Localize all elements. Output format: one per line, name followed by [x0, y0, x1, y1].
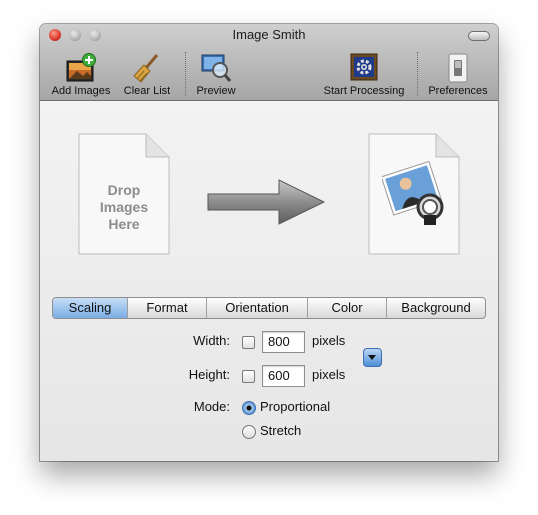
- start-processing-button[interactable]: Start Processing: [314, 52, 414, 97]
- clear-list-button[interactable]: Clear List: [120, 52, 174, 97]
- preview-magnifier-icon: [200, 52, 232, 84]
- scaling-pane: Width: 800 pixels Height: 600 pixels Mod…: [52, 317, 484, 459]
- preview-button[interactable]: Preview: [190, 52, 242, 97]
- broom-icon: [131, 52, 163, 84]
- units-popup-button[interactable]: [363, 348, 382, 367]
- toolbar-separator: [417, 52, 419, 96]
- main-content: Drop Images Here Scaling Format Orientat…: [40, 101, 498, 461]
- gear-icon: [348, 52, 380, 84]
- drop-zone-line: Drop: [107, 182, 141, 198]
- tab-color[interactable]: Color: [307, 298, 386, 318]
- width-label: Width:: [193, 333, 230, 348]
- switch-icon: [442, 52, 474, 84]
- height-unit: pixels: [312, 367, 346, 382]
- drop-zone-line: Here: [108, 216, 140, 232]
- width-checkbox[interactable]: [242, 336, 255, 349]
- titlebar-toolbar: Image Smith Add Images Clear List Previe…: [40, 24, 498, 101]
- start-processing-label: Start Processing: [323, 85, 405, 97]
- app-window: Image Smith Add Images Clear List Previe…: [40, 24, 498, 461]
- arrow-right-icon: [207, 179, 326, 225]
- drop-zone-text: Drop Images Here: [78, 182, 170, 233]
- preferences-label: Preferences: [428, 85, 488, 97]
- mode-label: Mode:: [193, 399, 230, 414]
- window-title: Image Smith: [232, 27, 306, 42]
- mode-proportional-label[interactable]: Proportional: [260, 399, 330, 414]
- tab-scaling[interactable]: Scaling: [53, 298, 127, 318]
- tab-bar: Scaling Format Orientation Color Backgro…: [52, 297, 486, 319]
- mode-proportional-radio[interactable]: [242, 401, 256, 415]
- drop-zone-line: Images: [99, 199, 149, 215]
- drop-zone[interactable]: Drop Images Here: [78, 133, 170, 255]
- output-document: [368, 133, 460, 255]
- toolbar-separator: [185, 52, 187, 96]
- tab-format[interactable]: Format: [127, 298, 206, 318]
- mode-stretch-label[interactable]: Stretch: [260, 423, 301, 438]
- preview-label: Preview: [196, 85, 236, 97]
- add-images-label: Add Images: [51, 85, 111, 97]
- tab-orientation[interactable]: Orientation: [206, 298, 307, 318]
- height-input[interactable]: 600: [262, 365, 305, 387]
- preferences-button[interactable]: Preferences: [424, 52, 492, 97]
- toolbar-toggle-button[interactable]: [468, 31, 490, 41]
- height-label: Height:: [188, 367, 230, 382]
- clear-list-label: Clear List: [123, 85, 171, 97]
- add-images-icon: [65, 52, 97, 84]
- height-checkbox[interactable]: [242, 370, 255, 383]
- width-unit: pixels: [312, 333, 346, 348]
- mode-stretch-radio[interactable]: [242, 425, 256, 439]
- photo-preview-icon: [382, 160, 444, 225]
- tab-background[interactable]: Background: [386, 298, 485, 318]
- add-images-button[interactable]: Add Images: [48, 52, 114, 97]
- width-input[interactable]: 800: [262, 331, 305, 353]
